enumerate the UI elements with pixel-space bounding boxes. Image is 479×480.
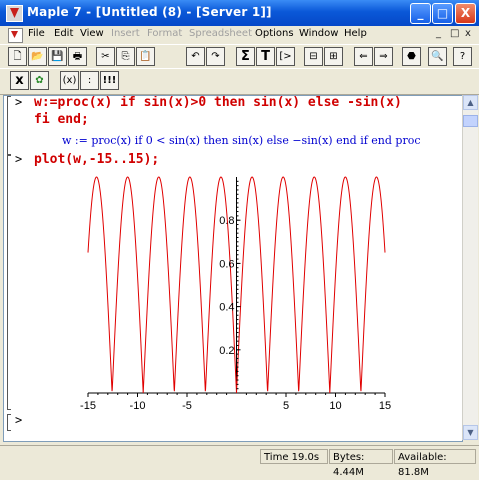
cut-icon[interactable]: ✂ xyxy=(96,47,115,66)
parentheses-icon[interactable]: (x) xyxy=(60,71,79,90)
y-tick-label: 0.4 xyxy=(219,302,234,314)
x-tick-label: 10 xyxy=(329,400,341,412)
maple-leaf-icon[interactable]: ✿ xyxy=(30,71,49,90)
status-bytes: Bytes: 4.44M xyxy=(329,449,393,478)
scroll-thumb[interactable] xyxy=(463,115,478,127)
paste-icon[interactable]: 📋 xyxy=(136,47,155,66)
context-toolbar: x ✿ (x) : !!! xyxy=(0,68,479,95)
menu-file[interactable]: File xyxy=(28,28,45,39)
output-line: w := proc(x) if 0 < sin(x) then sin(x) e… xyxy=(62,134,421,147)
doc-close-button[interactable]: x xyxy=(465,28,471,39)
text-mode-icon[interactable]: T xyxy=(256,47,275,66)
close-button[interactable]: X xyxy=(455,3,476,24)
doc-restore-button[interactable]: □ xyxy=(450,28,459,39)
status-available: Available: 81.8M xyxy=(394,449,476,478)
menu-bar: File Edit View Insert Format Spreadsheet… xyxy=(0,26,479,44)
group-bracket-plot[interactable] xyxy=(7,154,11,410)
group-bracket-empty[interactable] xyxy=(7,414,11,431)
menu-options[interactable]: Options xyxy=(255,28,294,39)
save-icon[interactable]: 💾 xyxy=(48,47,67,66)
minimize-button[interactable]: _ xyxy=(410,3,431,24)
new-document-icon[interactable]: 🗋 xyxy=(8,47,27,66)
zoom-icon[interactable]: 🔍 xyxy=(428,47,447,66)
input-prompt-plot: > xyxy=(15,152,23,166)
document-icon[interactable] xyxy=(8,28,23,43)
x-tick-label: -10 xyxy=(130,400,146,412)
y-tick-label: 0.2 xyxy=(219,345,234,357)
insert-prompt-icon[interactable]: [> xyxy=(276,47,295,66)
math-mode-icon[interactable]: x xyxy=(10,71,29,90)
x-tick-label: -5 xyxy=(182,400,192,412)
split-section-icon[interactable]: ⊟ xyxy=(304,47,323,66)
menu-insert[interactable]: Insert xyxy=(111,28,140,39)
y-tick-label: 0.8 xyxy=(219,215,234,227)
execute-all-icon[interactable]: !!! xyxy=(100,71,119,90)
join-section-icon[interactable]: ⊞ xyxy=(324,47,343,66)
plot-command[interactable]: plot(w,-15..15); xyxy=(34,152,159,167)
colon-icon[interactable]: : xyxy=(80,71,99,90)
y-tick-label: 0.6 xyxy=(219,258,234,270)
help-icon[interactable]: ? xyxy=(453,47,472,66)
status-bar: Time 19.0s Bytes: 4.44M Available: 81.8M xyxy=(0,445,479,478)
x-tick-label: 15 xyxy=(379,400,391,412)
back-arrow-icon[interactable]: ⇐ xyxy=(354,47,373,66)
input-prompt: > xyxy=(15,95,23,109)
scroll-down-icon[interactable]: ▼ xyxy=(463,425,478,440)
menu-help[interactable]: Help xyxy=(344,28,367,39)
stop-icon[interactable]: ⬣ xyxy=(402,47,421,66)
status-time: Time 19.0s xyxy=(260,449,328,464)
print-icon[interactable]: 🖶 xyxy=(68,47,87,66)
x-tick-label: 5 xyxy=(283,400,289,412)
empty-prompt[interactable]: > xyxy=(15,413,22,427)
plot-area[interactable]: -15 -10 -5 5 10 15 0.2 0.4 0.6 0.8 xyxy=(72,175,402,420)
menu-window[interactable]: Window xyxy=(299,28,338,39)
group-bracket[interactable] xyxy=(7,96,11,156)
maximize-button[interactable]: □ xyxy=(432,3,453,24)
scroll-up-icon[interactable]: ▲ xyxy=(463,95,478,110)
vertical-scrollbar[interactable]: ▲ ▼ xyxy=(462,95,478,440)
copy-icon[interactable]: ⎘ xyxy=(116,47,135,66)
doc-minimize-button[interactable]: _ xyxy=(436,28,441,39)
menu-view[interactable]: View xyxy=(80,28,104,39)
forward-arrow-icon[interactable]: ⇒ xyxy=(374,47,393,66)
sum-icon[interactable]: Σ xyxy=(236,47,255,66)
undo-icon[interactable]: ↶ xyxy=(186,47,205,66)
input-line[interactable]: w:=proc(x) if sin(x)>0 then sin(x) else … xyxy=(34,96,402,110)
x-tick-label: -15 xyxy=(80,400,96,412)
open-icon[interactable]: 📂 xyxy=(28,47,47,66)
menu-spreadsheet[interactable]: Spreadsheet xyxy=(189,28,252,39)
title-bar: Maple 7 - [Untitled (8) - [Server 1]] _ … xyxy=(0,0,479,26)
main-toolbar: 🗋 📂 💾 🖶 ✂ ⎘ 📋 ↶ ↷ Σ T [> ⊟ ⊞ ⇐ ⇒ ⬣ 🔍 ? xyxy=(0,44,479,70)
input-line-continued[interactable]: fi end; xyxy=(34,112,89,127)
maple-app-icon[interactable] xyxy=(6,5,23,22)
menu-edit[interactable]: Edit xyxy=(54,28,73,39)
redo-icon[interactable]: ↷ xyxy=(206,47,225,66)
window-title: Maple 7 - [Untitled (8) - [Server 1]] xyxy=(27,5,272,19)
menu-format[interactable]: Format xyxy=(147,28,182,39)
